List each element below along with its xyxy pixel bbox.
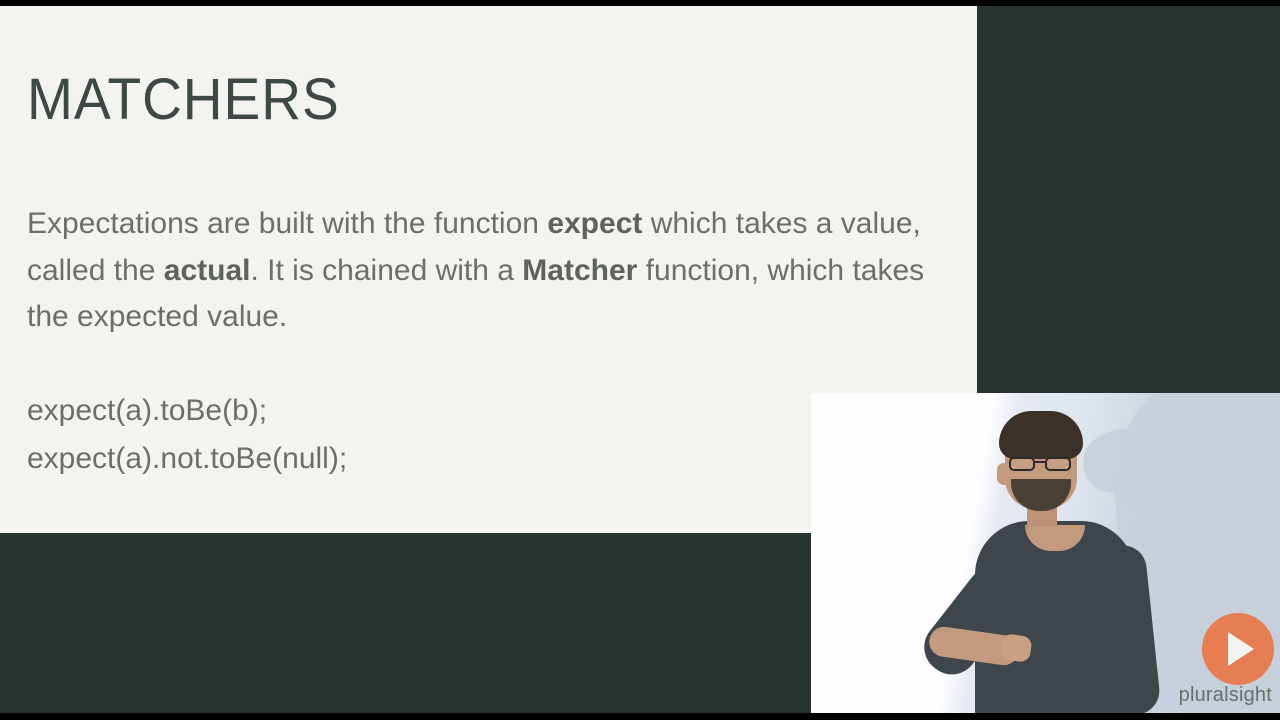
presenter-figure bbox=[933, 405, 1163, 713]
body-bold-expect: expect bbox=[547, 207, 642, 240]
presenter-camera: pluralsight bbox=[811, 393, 1280, 713]
brand-watermark: pluralsight bbox=[1179, 684, 1272, 707]
backdrop-right bbox=[977, 6, 1280, 394]
play-icon[interactable] bbox=[1202, 613, 1274, 685]
video-frame: MATCHERS Expectations are built with the… bbox=[0, 0, 1280, 720]
play-triangle-icon bbox=[1228, 632, 1254, 666]
backdrop-bottom bbox=[0, 533, 811, 714]
body-text: . It is chained with a bbox=[250, 254, 522, 287]
code-line: expect(a).not.toBe(null); bbox=[27, 435, 927, 483]
body-bold-actual: actual bbox=[164, 254, 251, 287]
code-line: expect(a).toBe(b); bbox=[27, 387, 927, 435]
body-bold-matcher: Matcher bbox=[522, 254, 637, 287]
slide-body: Expectations are built with the function… bbox=[27, 201, 927, 341]
slide-code-block: expect(a).toBe(b); expect(a).not.toBe(nu… bbox=[27, 387, 927, 483]
body-text: Expectations are built with the function bbox=[27, 207, 547, 240]
slide-title: MATCHERS bbox=[27, 66, 882, 133]
letterbox-bottom bbox=[0, 713, 1280, 720]
